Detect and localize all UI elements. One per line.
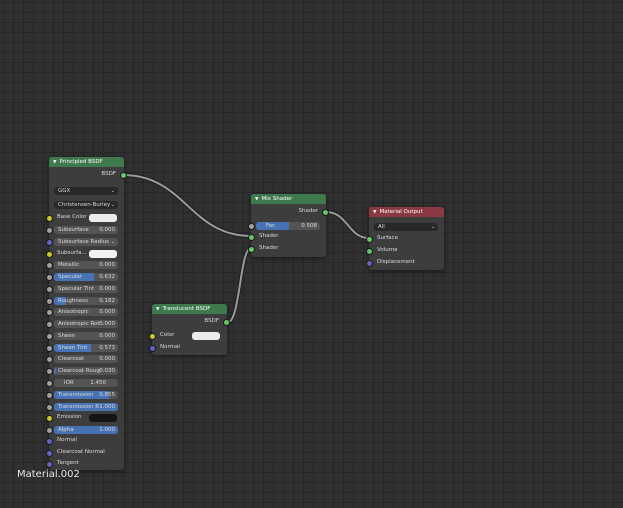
input-socket-sheen-tint[interactable] [46,345,53,352]
input-socket-normal[interactable] [46,438,53,445]
input-socket-clearcoat-normal[interactable] [46,450,53,457]
input-socket-emission[interactable] [46,415,53,422]
volume-label: Volume [377,247,398,253]
wire-mix-to-output [325,210,370,240]
input-socket-normal[interactable] [149,345,156,352]
collapse-triangle-icon[interactable]: ▼ [255,195,258,204]
input-socket-volume[interactable] [366,248,373,255]
specular-tint-field[interactable]: Specular Tint 0.000 [54,284,118,293]
transmission-roughness-field[interactable]: Transmission R 1.000 [54,402,118,411]
distribution-dropdown[interactable]: GGX ⌄ [54,186,118,195]
principled-bsdf-header[interactable]: ▼ Principled BSDF [49,157,124,167]
sheen-tint-field[interactable]: Sheen Tint 0.573 [54,343,118,352]
input-socket-clearcoat[interactable] [46,356,53,363]
subsurface-radius-dropdown[interactable]: Subsurface Radius ⌄ [54,237,118,246]
base-color-label: Base Color [57,214,87,220]
target-dropdown[interactable]: All ⌄ [374,222,438,231]
material-name-label: Material.002 [17,469,80,480]
wire-translucent-to-mix [226,246,253,324]
input-socket-specular-tint[interactable] [46,286,53,293]
input-socket-subsurface[interactable] [46,227,53,234]
input-socket-alpha[interactable] [46,427,53,434]
node-title: Principled BSDF [59,159,103,165]
subsurface-color-label: Subsurfa... [57,250,87,256]
clearcoat-normal-label: Clearcoat Normal [57,449,105,455]
emission-label: Emission [57,414,82,420]
output-socket-shader[interactable] [322,209,329,216]
input-socket-sheen[interactable] [46,333,53,340]
input-socket-transmission[interactable] [46,392,53,399]
metallic-field[interactable]: Metallic 0.000 [54,260,118,269]
shader-2-label: Shader [259,245,279,251]
output-socket-bsdf[interactable] [223,319,230,326]
node-title: Translucent BSDF [162,306,211,312]
color-label: Color [160,332,175,338]
roughness-field[interactable]: Roughness 0.182 [54,296,118,305]
clearcoat-field[interactable]: Clearcoat 0.000 [54,354,118,363]
input-socket-anisotropic[interactable] [46,309,53,316]
input-socket-surface[interactable] [366,236,373,243]
mix-shader-node[interactable]: ▼ Mix Shader Shader Fac 0.508 Shader Shade… [248,194,329,257]
input-socket-base-color[interactable] [46,215,53,222]
tangent-label: Tangent [57,460,79,466]
chevron-down-icon: ⌄ [110,201,115,208]
subsurface-color-swatch[interactable] [89,249,117,258]
input-socket-color[interactable] [149,333,156,340]
shader-1-label: Shader [259,233,279,239]
mix-shader-header[interactable]: ▼ Mix Shader [251,194,326,204]
output-label-bsdf: BSDF [101,171,116,177]
base-color-swatch[interactable] [89,213,117,222]
anisotropic-field[interactable]: Anisotropic 0.000 [54,307,118,316]
principled-bsdf-node[interactable]: ▼ Principled BSDF BSDF GGX ⌄ Christensen-B… [46,157,127,470]
chevron-down-icon: ⌄ [110,187,115,194]
normal-label: Normal [57,437,77,443]
input-socket-ior[interactable] [46,380,53,387]
translucent-bsdf-node[interactable]: ▼ Translucent BSDF BSDF Color Normal [149,304,230,355]
normal-label: Normal [160,344,180,350]
subsurface-field[interactable]: Subsurface 0.000 [54,225,118,234]
chevron-down-icon: ⌄ [430,223,435,230]
input-socket-metallic[interactable] [46,262,53,269]
translucent-bsdf-header[interactable]: ▼ Translucent BSDF [152,304,227,314]
input-socket-fac[interactable] [248,223,255,230]
material-output-node[interactable]: ▼ Material Output All ⌄ Surface Volume Dis… [366,207,444,270]
clearcoat-roughness-field[interactable]: Clearcoat Roug 0.030 [54,366,118,375]
surface-label: Surface [377,235,398,241]
input-socket-subsurface-color[interactable] [46,251,53,258]
node-title: Material Output [379,209,423,215]
fac-field[interactable]: Fac 0.508 [256,221,320,230]
input-socket-subsurface-radius[interactable] [46,239,53,246]
input-socket-displacement[interactable] [366,260,373,267]
subsurface-method-dropdown[interactable]: Christensen-Burley ⌄ [54,200,118,209]
input-socket-tangent[interactable] [46,461,53,468]
wire-principled-to-mix [122,173,252,238]
collapse-triangle-icon[interactable]: ▼ [156,305,159,314]
collapse-triangle-icon[interactable]: ▼ [53,158,56,167]
node-title: Mix Shader [261,196,293,202]
specular-field[interactable]: Specular 0.632 [54,272,118,281]
chevron-down-icon: ⌄ [110,238,115,245]
sheen-field[interactable]: Sheen 0.000 [54,331,118,340]
input-socket-transmission-roughness[interactable] [46,404,53,411]
output-socket-bsdf[interactable] [120,172,127,179]
anisotropic-rotation-field[interactable]: Anisotropic Rot 0.000 [54,319,118,328]
color-swatch[interactable] [192,331,220,340]
emission-swatch[interactable] [89,413,117,422]
collapse-triangle-icon[interactable]: ▼ [373,208,376,217]
displacement-label: Displacement [377,259,415,265]
output-label-shader: Shader [298,208,318,214]
material-output-header[interactable]: ▼ Material Output [369,207,444,217]
ior-field[interactable]: IOR 1.450 [54,378,118,387]
output-label-bsdf: BSDF [204,318,219,324]
input-socket-shader-1[interactable] [248,234,255,241]
input-socket-specular[interactable] [46,274,53,281]
alpha-field[interactable]: Alpha 1.000 [54,425,118,434]
input-socket-shader-2[interactable] [248,246,255,253]
input-socket-roughness[interactable] [46,298,53,305]
transmission-field[interactable]: Transmission 0.855 [54,390,118,399]
input-socket-clearcoat-roughness[interactable] [46,368,53,375]
input-socket-anisotropic-rotation[interactable] [46,321,53,328]
